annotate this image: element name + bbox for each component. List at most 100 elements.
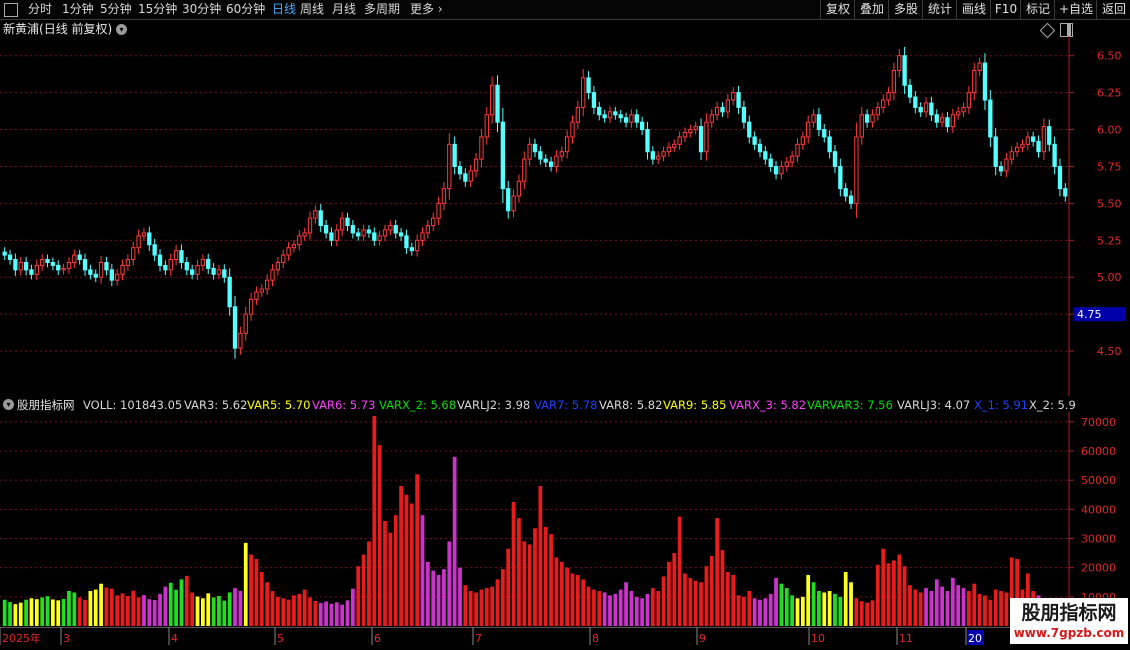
volume-bar [463,585,468,626]
candle-body [45,259,50,263]
candle-body [2,251,7,256]
toolbar-action-6[interactable]: 标记 [1020,0,1055,19]
toolbar-action-4[interactable]: 画线 [956,0,991,19]
period-tab-7[interactable]: 周线 [300,0,324,19]
candle-body [254,291,259,300]
volume-bar [870,600,875,626]
toolbar-action-2[interactable]: 多股 [888,0,923,19]
volume-bar [190,592,195,626]
toolbar-action-5[interactable]: F10 [990,0,1021,19]
candle-body [629,114,634,123]
candle-body [23,261,29,271]
candle-body [29,269,34,275]
volume-bar [999,591,1003,626]
candle-body [1047,126,1052,145]
menu-icon[interactable] [4,3,18,17]
volume-bar [683,573,687,626]
toolbar-action-1[interactable]: 叠加 [854,0,889,19]
volume-bar [109,588,114,626]
period-tab-8[interactable]: 月线 [332,0,356,19]
stock-name[interactable]: 新黄浦 [3,22,39,36]
volume-bar [752,598,757,626]
candle-body [222,269,227,278]
volume-bar [93,589,98,626]
period-tab-10[interactable]: 更多 › [410,0,443,19]
window-toggle-icon[interactable] [1060,23,1073,37]
candle-body [66,261,72,269]
price-chart[interactable]: 6.50 6.25 6.00 5.75 5.50 5.25 5.00 4.50 4.75 [0,36,1130,396]
toolbar-action-3[interactable]: 统计 [922,0,957,19]
volume-bar [575,574,580,626]
volume-bar [806,574,811,626]
volume-bar [179,579,184,626]
volume-bar [372,416,377,626]
candle-body [468,170,473,182]
volume-bar [152,600,157,626]
volume-bar [393,515,398,626]
volume-bar [195,596,200,626]
candle-body [323,225,329,234]
volume-bar [67,591,71,626]
candle-body [195,264,200,275]
period-tab-0[interactable]: 分时 [28,0,52,19]
price-tick-label: 5.00 [1097,271,1122,284]
candle-body [725,99,731,113]
candle-body [388,225,393,231]
period-tab-2[interactable]: 5分钟 [100,0,132,19]
toolbar-action-0[interactable]: 复权 [820,0,855,19]
candle-body [431,217,436,227]
candle-body [1063,188,1068,197]
volume-bar [495,579,500,626]
volume-bar [2,599,7,626]
period-tab-5[interactable]: 60分钟 [226,0,265,19]
candle-body [141,232,147,237]
candle-body [361,229,366,237]
candle-body [463,173,468,182]
candle-body [77,254,82,261]
volume-bar [688,577,693,626]
volume-bar [517,518,521,626]
stock-mode[interactable]: (日线 前复权) [39,22,112,36]
candle-body [1014,146,1020,153]
toolbar-action-7[interactable]: +自选 [1054,0,1097,19]
indicator-chevron-icon[interactable]: ▾ [3,399,14,410]
volume-bar [34,599,39,626]
candle-body [875,106,880,116]
candle-body [543,158,548,163]
volume-bar [629,591,634,626]
candle-body [441,188,447,204]
candle-body [334,229,339,241]
volume-bar [725,572,730,626]
volume-bar [961,588,966,626]
period-tab-1[interactable]: 1分钟 [62,0,94,19]
period-tab-6[interactable]: 日线 [272,0,296,19]
volume-bar [645,593,650,626]
date-label: 8 [592,632,599,645]
volume-bar [484,588,489,626]
period-tab-9[interactable]: 多周期 [364,0,400,19]
candle-body [56,264,61,271]
volume-bar [308,597,312,626]
toolbar-action-8[interactable]: 返回 [1096,0,1130,19]
volume-chart[interactable]: 70000600005000040000300002000010000 [0,412,1130,627]
candle-body [843,188,848,197]
volume-bar [174,589,178,626]
period-tab-4[interactable]: 30分钟 [182,0,221,19]
candle-body [414,239,420,252]
volume-bar [442,569,446,626]
date-label: 5 [277,632,284,645]
candle-body [259,288,264,293]
candle-body [457,165,463,175]
chevron-down-icon[interactable]: ▾ [116,24,128,35]
candle-body [425,225,431,234]
date-label: 11 [899,632,913,645]
volume-bar [972,583,977,626]
candle-body [827,136,832,153]
candle-body [232,306,238,349]
volume-bar [784,588,789,626]
volume-bar [334,602,339,626]
candle-body [339,217,345,231]
candle-body [709,114,714,123]
candle-body [795,143,800,157]
period-tab-3[interactable]: 15分钟 [138,0,177,19]
